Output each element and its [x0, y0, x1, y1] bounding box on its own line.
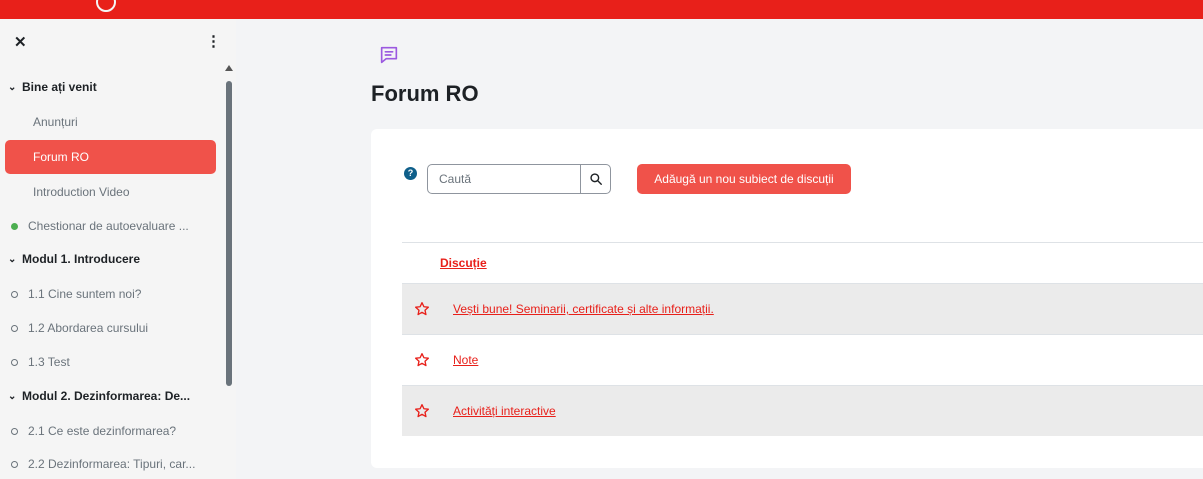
sidebar-item-chestionar[interactable]: Chestionar de autoevaluare ...	[5, 209, 216, 243]
discussion-link[interactable]: Vești bune! Seminarii, certificate și al…	[453, 302, 714, 316]
sidebar-section-modul-2[interactable]: ⌄ Modul 2. Dezinformarea: De...	[5, 379, 216, 413]
discussion-link[interactable]: Activități interactive	[453, 404, 556, 418]
search-button[interactable]	[580, 164, 611, 194]
star-icon[interactable]	[414, 352, 430, 368]
close-icon[interactable]: ✕	[14, 33, 27, 51]
notification-dot	[96, 0, 116, 12]
sidebar-item-label: 2.1 Ce este dezinformarea?	[28, 424, 177, 438]
table-row: Note	[402, 334, 1203, 385]
table-divider	[402, 242, 1203, 243]
sidebar-item-1-3[interactable]: 1.3 Test	[5, 345, 216, 379]
table-row: Activități interactive	[402, 385, 1203, 436]
search-icon	[589, 173, 602, 185]
help-icon[interactable]: ?	[404, 167, 417, 180]
sidebar-item-label: Forum RO	[33, 150, 90, 164]
sidebar-section-bine-ati-venit[interactable]: ⌄ Bine ați venit	[5, 70, 216, 104]
sidebar-item-forum-ro[interactable]: Forum RO	[5, 140, 216, 174]
sidebar-item-label: 1.1 Cine suntem noi?	[28, 287, 142, 301]
sidebar-item-label: Anunțuri	[33, 115, 78, 129]
page-title: Forum RO	[371, 81, 479, 106]
chevron-down-icon: ⌄	[8, 390, 17, 402]
top-bar	[0, 0, 1203, 19]
completed-dot-icon	[11, 222, 18, 230]
sidebar-item-label: Modul 1. Introducere	[22, 252, 141, 266]
incomplete-circle-icon	[11, 324, 18, 332]
incomplete-circle-icon	[11, 427, 18, 435]
sidebar-scrollbar[interactable]	[226, 81, 232, 386]
discussion-link[interactable]: Note	[453, 353, 478, 367]
sidebar-item-2-2[interactable]: 2.2 Dezinformarea: Tipuri, car...	[5, 447, 216, 479]
column-header-discussion[interactable]: Discuție	[440, 256, 487, 270]
search-placeholder: Caută	[439, 172, 472, 186]
sidebar-section-modul-1[interactable]: ⌄ Modul 1. Introducere	[5, 242, 216, 276]
add-discussion-button[interactable]: Adăugă un nou subiect de discuții	[637, 164, 851, 194]
sidebar-item-label: Introduction Video	[33, 185, 130, 199]
star-icon[interactable]	[414, 301, 430, 317]
sidebar-item-anunturi[interactable]: Anunțuri	[5, 105, 216, 139]
star-icon[interactable]	[414, 403, 430, 419]
sidebar-item-2-1[interactable]: 2.1 Ce este dezinformarea?	[5, 414, 216, 448]
sidebar-item-label: Chestionar de autoevaluare ...	[28, 219, 189, 233]
scroll-up-arrow[interactable]	[225, 65, 233, 71]
sidebar-item-label: 1.3 Test	[28, 355, 70, 369]
chevron-down-icon: ⌄	[8, 253, 17, 265]
incomplete-circle-icon	[11, 460, 18, 468]
chevron-down-icon: ⌄	[8, 81, 17, 93]
kebab-menu-icon[interactable]: ⋮	[206, 32, 221, 50]
course-index-sidebar: ✕ ⋮ ⌄ Bine ați venit Anunțuri Forum RO I…	[0, 19, 236, 479]
sidebar-item-1-1[interactable]: 1.1 Cine suntem noi?	[5, 277, 216, 311]
sidebar-item-label: Bine ați venit	[22, 80, 97, 94]
sidebar-item-label: 1.2 Abordarea cursului	[28, 321, 149, 335]
sidebar-item-label: 2.2 Dezinformarea: Tipuri, car...	[28, 457, 196, 471]
incomplete-circle-icon	[11, 358, 18, 366]
incomplete-circle-icon	[11, 290, 18, 298]
table-row: Vești bune! Seminarii, certificate și al…	[402, 283, 1203, 334]
sidebar-item-1-2[interactable]: 1.2 Abordarea cursului	[5, 311, 216, 345]
sidebar-item-introduction-video[interactable]: Introduction Video	[5, 175, 216, 209]
search-input[interactable]: Caută	[427, 164, 581, 194]
sidebar-item-label: Modul 2. Dezinformarea: De...	[22, 389, 191, 403]
forum-icon	[380, 46, 398, 64]
